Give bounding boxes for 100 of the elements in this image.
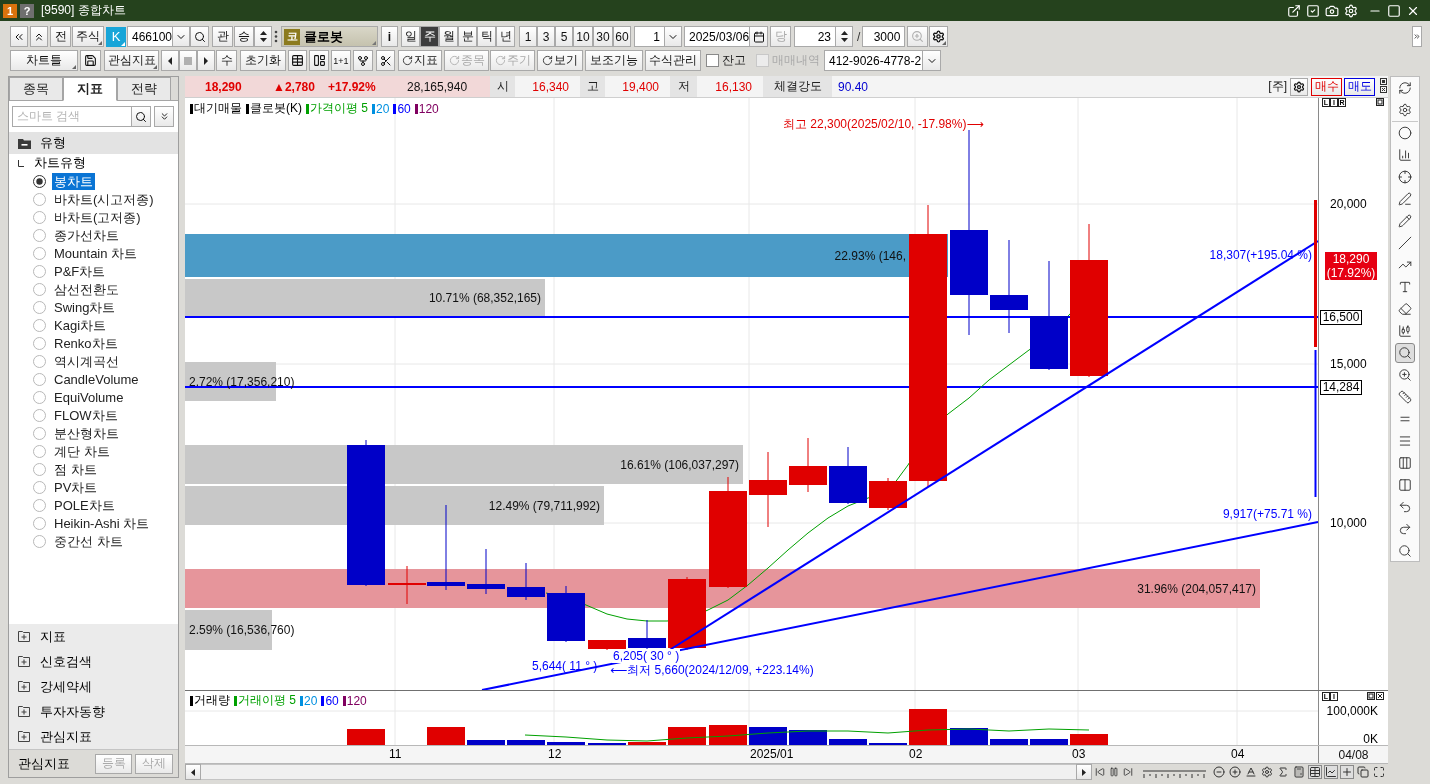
save-button[interactable] (80, 50, 101, 71)
search-icon[interactable] (1395, 343, 1415, 363)
period-tab[interactable]: 년 (496, 26, 515, 47)
tree-section-header[interactable]: 신호검색 (9, 649, 178, 674)
close-icon[interactable] (1379, 86, 1387, 93)
buy-button[interactable]: 매수 (1311, 77, 1342, 96)
sell-button[interactable]: 매도 (1344, 77, 1375, 96)
count-input[interactable]: 23 (794, 26, 836, 47)
camera-icon[interactable] (1325, 3, 1339, 18)
chart-type-option[interactable]: POLE차트 (52, 496, 117, 514)
zoom-out-icon[interactable] (1212, 765, 1226, 779)
radio-button[interactable] (33, 480, 46, 494)
maximize-icon[interactable] (1376, 98, 1384, 106)
period-tab[interactable]: 일 (401, 26, 420, 47)
chart-type-option[interactable]: 점 차트 (52, 460, 99, 478)
radio-button[interactable] (33, 192, 46, 206)
chart-type-option[interactable]: Mountain 차트 (52, 244, 140, 262)
radio-button[interactable] (33, 300, 46, 314)
tree-section-header[interactable]: 유형 (9, 132, 178, 154)
tree-section-header[interactable]: 관심지표 (9, 724, 178, 749)
first-button[interactable] (10, 26, 28, 47)
chart-type-option[interactable]: FLOW차트 (52, 406, 120, 424)
tree-node-label[interactable]: 차트유형 (34, 154, 86, 172)
grip-icon[interactable] (274, 30, 278, 43)
interval-button[interactable]: 10 (573, 26, 593, 47)
chart-type-option[interactable]: 계단 차트 (52, 442, 112, 460)
interval-button[interactable]: 30 (593, 26, 613, 47)
search-button[interactable] (131, 106, 151, 127)
restore-icon[interactable] (1379, 78, 1387, 85)
radio-button[interactable] (33, 516, 46, 530)
radio-button[interactable] (33, 390, 46, 404)
info-button[interactable]: i (381, 26, 398, 47)
radio-button[interactable] (33, 354, 46, 368)
chart-layout-dropdown[interactable]: 차트틀 (10, 50, 78, 71)
settings-icon[interactable] (1344, 3, 1358, 18)
interval-button[interactable]: 60 (613, 26, 631, 47)
horizontal-scrollbar[interactable] (201, 764, 1076, 780)
radio-button[interactable] (33, 534, 46, 548)
chart-type-option[interactable]: Swing차트 (52, 298, 118, 316)
period-tab[interactable]: 월 (439, 26, 458, 47)
radio-button[interactable] (33, 408, 46, 422)
sync-button[interactable]: 보기 (537, 50, 583, 71)
fullscreen-icon[interactable] (1372, 765, 1386, 779)
radio-button[interactable] (33, 318, 46, 332)
interval-button[interactable]: 5 (555, 26, 573, 47)
scroll-right-button[interactable] (1076, 764, 1092, 780)
checklist-icon[interactable] (1306, 3, 1320, 18)
search-button[interactable] (190, 26, 209, 47)
fork-button[interactable] (353, 50, 373, 71)
table-icon[interactable] (1308, 765, 1322, 779)
up-button[interactable] (30, 26, 48, 47)
chart-type-option[interactable]: Heikin-Ashi 차트 (52, 514, 152, 532)
chart-type-option[interactable]: CandleVolume (52, 370, 141, 388)
reset-button[interactable]: 초기화 (240, 50, 286, 71)
aux-button[interactable]: 보조기능 (585, 50, 643, 71)
interval-input[interactable]: 1 (634, 26, 665, 47)
popout-icon[interactable] (1287, 3, 1301, 18)
period-tab[interactable]: 주 (420, 26, 439, 47)
tree-section-header[interactable]: 강세약세 (9, 674, 178, 699)
table-button[interactable] (288, 50, 307, 71)
skip-forward-icon[interactable] (1122, 766, 1134, 778)
radio-button[interactable] (33, 174, 46, 188)
panel-tab[interactable]: 전략 (117, 77, 171, 100)
prev-button[interactable] (161, 50, 179, 71)
period-tab[interactable]: 틱 (477, 26, 496, 47)
checkbox[interactable] (706, 54, 719, 67)
code-input[interactable]: 466100 (127, 26, 173, 47)
radio-button[interactable] (33, 444, 46, 458)
radio-button[interactable] (33, 498, 46, 512)
radio-button[interactable] (33, 336, 46, 350)
sort-button[interactable]: 승 (234, 26, 254, 47)
window-badge[interactable]: ? (20, 3, 34, 18)
chart-type-option[interactable]: 바차트(고저종) (52, 208, 143, 226)
interval-button[interactable]: 3 (537, 26, 555, 47)
total-input[interactable]: 3000 (862, 26, 906, 47)
chart-type-option[interactable]: 삼선전환도 (52, 280, 121, 298)
zoom-in-icon[interactable] (1228, 765, 1242, 779)
panel-tab[interactable]: 지표 (63, 77, 117, 101)
sync-button[interactable]: 지표 (398, 50, 442, 71)
split-button[interactable]: 1+1 (331, 50, 351, 71)
chart-type-option[interactable]: Kagi차트 (52, 316, 109, 334)
chart-type-option[interactable]: 분산형차트 (52, 424, 121, 442)
overlapping-windows-icon[interactable] (1356, 765, 1370, 779)
layout-button[interactable] (309, 50, 329, 71)
maximize-icon[interactable] (1367, 692, 1375, 700)
sigma-icon[interactable] (1276, 765, 1290, 779)
date-input[interactable]: 2025/03/06 (684, 26, 750, 47)
scissors-button[interactable] (376, 50, 395, 71)
chart-type-option[interactable]: PV차트 (52, 478, 100, 496)
skip-back-icon[interactable] (1094, 766, 1106, 778)
radio-button[interactable] (33, 372, 46, 386)
spinner[interactable] (835, 26, 853, 47)
calculator-icon[interactable] (1292, 765, 1306, 779)
chart-type-option[interactable]: 종가선차트 (52, 226, 121, 244)
chart-type-option[interactable]: 봉차트 (52, 172, 95, 190)
account-input[interactable]: 412-9026-4778-2 (824, 50, 923, 71)
tree-section-header[interactable]: 투자자동향 (9, 699, 178, 724)
dropdown-button[interactable] (664, 26, 682, 47)
settings-icon[interactable] (1260, 765, 1274, 779)
calendar-button[interactable] (749, 26, 768, 47)
